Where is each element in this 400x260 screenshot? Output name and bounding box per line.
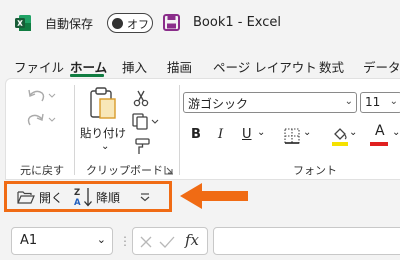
chevron-down-icon: ⌄	[344, 96, 353, 107]
cancel-icon[interactable]	[139, 235, 153, 249]
save-icon[interactable]	[163, 14, 180, 31]
tab-insert[interactable]: 挿入	[122, 57, 147, 76]
font-color-chevron-icon[interactable]: ⌄	[392, 127, 400, 138]
redo-icon[interactable]	[26, 111, 56, 129]
borders-icon[interactable]	[282, 127, 302, 145]
chevron-down-icon[interactable]: ⌄	[97, 233, 106, 246]
tab-draw[interactable]: 描画	[167, 57, 192, 76]
autosave-label: 自動保存	[45, 17, 94, 31]
formula-input[interactable]	[213, 227, 400, 255]
fill-color-chevron-icon[interactable]: ⌄	[349, 127, 357, 138]
tab-formulas[interactable]: 数式	[319, 57, 344, 76]
paste-icon[interactable]	[88, 85, 118, 121]
enter-check-icon[interactable]	[159, 235, 175, 249]
font-name-value: 游ゴシック	[188, 97, 249, 111]
qat-highlight-box	[4, 181, 172, 212]
chevron-down-icon: ⌄	[389, 96, 398, 107]
ribbon-panel: 元に戻す 貼り付け ⌄ クリップボード 游ゴシック ⌄ 11 ⌄ B I U ⌄	[5, 78, 400, 180]
font-size-value: 11	[365, 95, 381, 109]
font-group-label: フォント	[293, 164, 337, 177]
font-color-button[interactable]: A	[375, 123, 385, 139]
fill-color-icon[interactable]	[330, 126, 350, 148]
borders-chevron-icon[interactable]: ⌄	[303, 127, 311, 138]
undo-group-label: 元に戻す	[20, 164, 64, 177]
annotation-arrow-icon	[180, 183, 248, 209]
font-color-swatch	[370, 142, 388, 146]
font-name-dropdown[interactable]: 游ゴシック ⌄	[183, 92, 357, 113]
toggle-knob	[112, 17, 123, 29]
tab-data[interactable]: データ	[363, 57, 400, 76]
paste-label[interactable]: 貼り付け	[80, 125, 126, 141]
autosave-toggle[interactable]: オフ	[107, 13, 153, 33]
paste-chevron-icon[interactable]: ⌄	[101, 141, 109, 152]
splitter-handle-icon[interactable]: ⋮	[119, 234, 131, 248]
cut-icon[interactable]	[132, 89, 150, 107]
name-box-value: A1	[20, 233, 38, 248]
copy-icon[interactable]	[130, 112, 160, 130]
document-title: Book1 - Excel	[193, 15, 282, 30]
group-divider	[74, 85, 75, 175]
format-painter-icon[interactable]	[133, 137, 153, 155]
bold-button[interactable]: B	[191, 127, 201, 142]
undo-icon[interactable]	[26, 87, 56, 105]
clipboard-group-label: クリップボード	[86, 164, 163, 177]
active-tab-indicator	[70, 74, 104, 77]
dialog-launcher-icon[interactable]	[164, 165, 174, 175]
underline-chevron-icon[interactable]: ⌄	[257, 127, 265, 138]
autosave-state: オフ	[127, 18, 149, 31]
tab-page-layout[interactable]: ページ レイアウト	[213, 57, 317, 76]
formula-actions: fx	[132, 227, 208, 255]
font-size-dropdown[interactable]: 11 ⌄	[360, 92, 400, 113]
tab-file[interactable]: ファイル	[14, 57, 64, 76]
ribbon-tabs: ファイル ホーム 挿入 描画 ページ レイアウト 数式 データ	[0, 52, 400, 78]
name-box[interactable]: A1 ⌄	[11, 227, 113, 255]
excel-logo-icon	[15, 15, 31, 31]
formula-bar: A1 ⌄ ⋮ fx	[0, 216, 400, 260]
underline-button[interactable]: U	[242, 127, 252, 142]
italic-button[interactable]: I	[218, 127, 223, 142]
insert-function-button[interactable]: fx	[185, 231, 199, 249]
title-bar: 自動保存 オフ Book1 - Excel	[0, 0, 400, 46]
group-divider	[179, 85, 180, 175]
